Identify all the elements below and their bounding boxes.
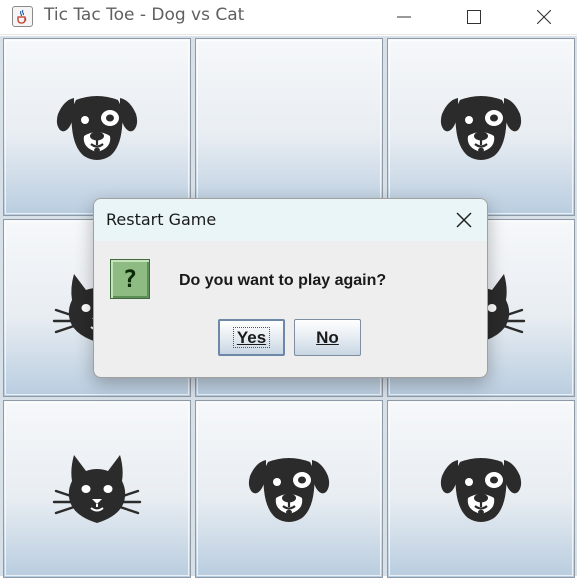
dialog-titlebar: Restart Game [94, 199, 487, 241]
board-cell-9[interactable] [387, 400, 575, 578]
board-cell-1[interactable] [3, 38, 191, 216]
board-cell-3[interactable] [387, 38, 575, 216]
restart-dialog: Restart Game ? Do you want to play again… [93, 198, 488, 378]
maximize-button[interactable] [451, 0, 497, 34]
window-titlebar: Tic Tac Toe - Dog vs Cat [0, 0, 577, 35]
yes-button-label: Yes [236, 328, 267, 347]
cat-icon [52, 451, 142, 527]
dog-icon [436, 92, 526, 162]
dog-icon [436, 454, 526, 524]
close-icon [537, 10, 551, 24]
dog-icon [52, 92, 142, 162]
yes-button[interactable]: Yes [218, 319, 285, 356]
dialog-title: Restart Game [106, 210, 217, 229]
close-window-button[interactable] [521, 0, 567, 34]
java-coffee-icon[interactable] [12, 6, 33, 27]
board-cell-8[interactable] [195, 400, 383, 578]
board-cell-2[interactable] [195, 38, 383, 216]
no-button-label: No [316, 328, 339, 347]
dog-icon [244, 454, 334, 524]
close-icon[interactable] [453, 209, 475, 231]
board-cell-7[interactable] [3, 400, 191, 578]
no-button[interactable]: No [294, 319, 361, 356]
window-title: Tic Tac Toe - Dog vs Cat [44, 5, 245, 25]
minimize-icon [397, 16, 411, 18]
minimize-button[interactable] [381, 0, 427, 34]
question-icon: ? [110, 259, 150, 299]
maximize-icon [467, 10, 481, 24]
dialog-message: Do you want to play again? [179, 272, 387, 289]
